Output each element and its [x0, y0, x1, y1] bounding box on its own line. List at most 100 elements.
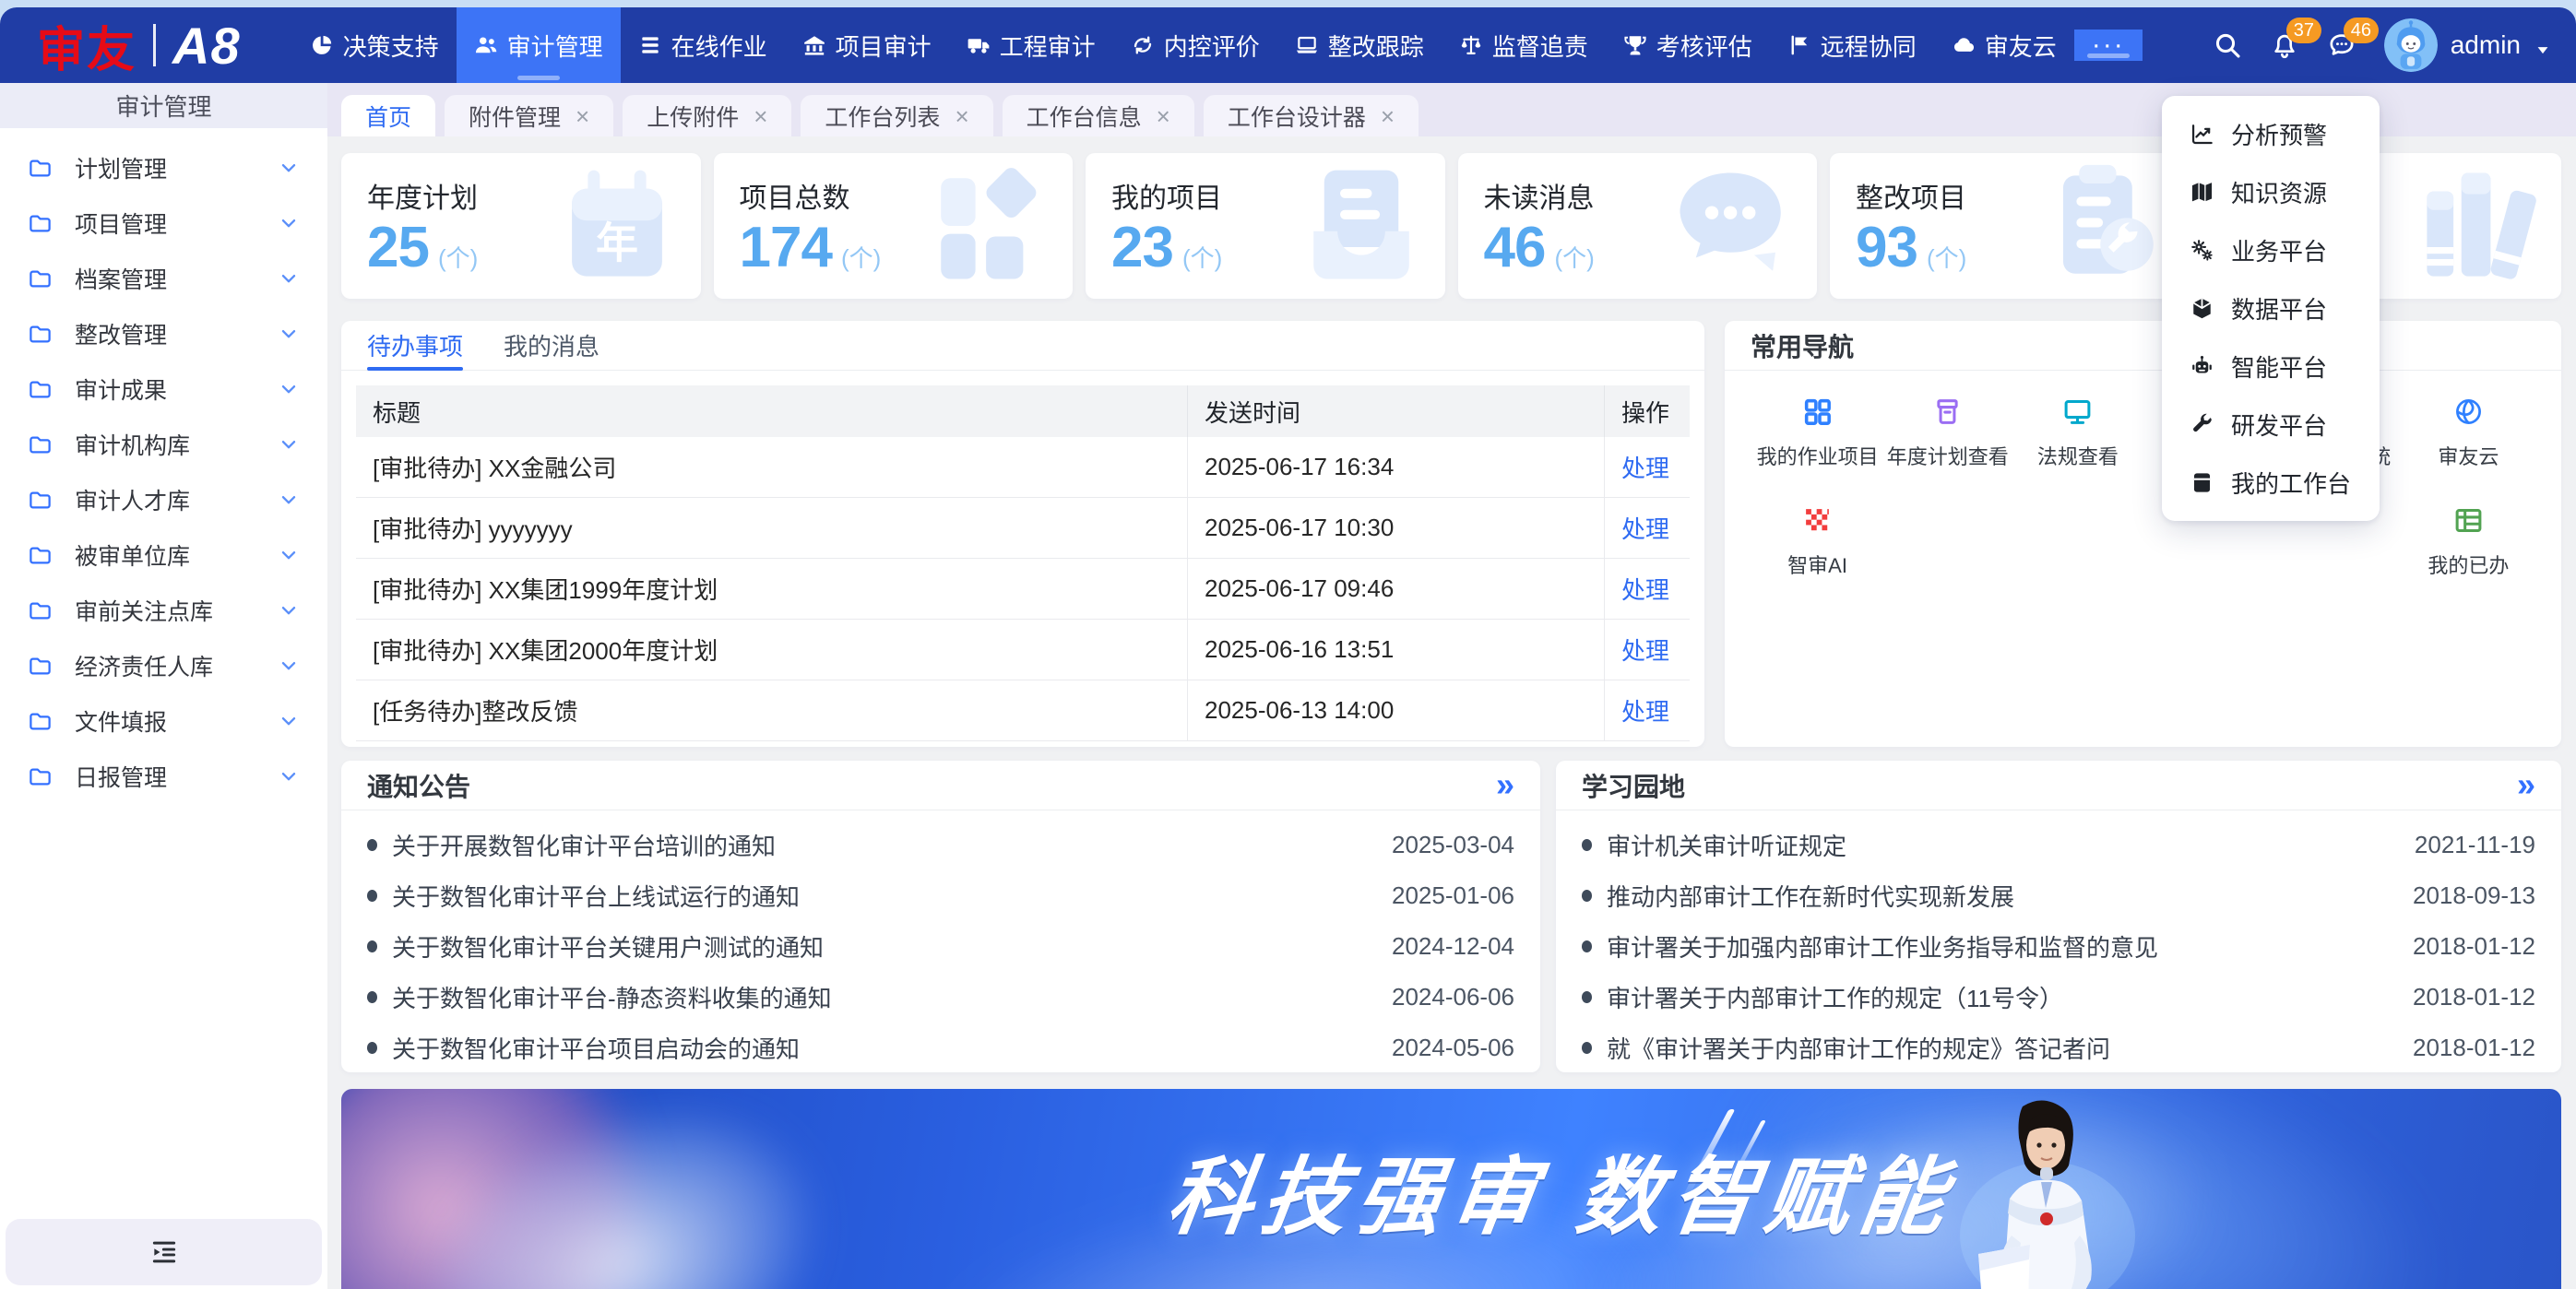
more-menu-button[interactable]: ··· [2074, 30, 2143, 61]
sidebar-item-7[interactable]: 被审单位库 [0, 527, 327, 583]
handle-link[interactable]: 处理 [1621, 450, 1669, 484]
list-item[interactable]: 审计署关于加强内部审计工作业务指导和监督的意见2018-01-12 [1582, 921, 2535, 972]
stat-card-3[interactable]: 未读消息46(个) [1458, 153, 1818, 299]
list-item[interactable]: 就《审计署关于内部审计工作的规定》答记者问2018-01-12 [1582, 1023, 2535, 1072]
folder-icon [28, 488, 53, 513]
nav-item-cloud[interactable]: 审友云 [1934, 7, 2074, 83]
sidebar-item-0[interactable]: 计划管理 [0, 140, 327, 195]
stat-card-0[interactable]: 年度计划25(个)年 [341, 153, 701, 299]
dropdown-item-robot[interactable]: 智能平台 [2162, 337, 2380, 396]
dropdown-item-chart-line[interactable]: 分析预警 [2162, 105, 2380, 163]
nav-item-trophy[interactable]: 考核评估 [1606, 7, 1770, 83]
quick-nav-item-0[interactable]: 我的作业项目 [1752, 396, 1882, 470]
sidebar-item-4[interactable]: 审计成果 [0, 361, 327, 417]
dropdown-item-gears[interactable]: 业务平台 [2162, 221, 2380, 279]
monitor-icon [2062, 396, 2093, 427]
dropdown-item-wrench[interactable]: 研发平台 [2162, 396, 2380, 454]
quick-nav-item-7[interactable]: 我的已办 [2404, 505, 2534, 579]
tab-3[interactable]: 工作台列表× [801, 95, 992, 136]
news-date: 2021-11-19 [2415, 831, 2535, 859]
tab-0[interactable]: 首页 [341, 95, 435, 136]
list-item[interactable]: 关于开展数智化审计平台培训的通知2025-03-04 [367, 820, 1514, 870]
quick-nav-item-2[interactable]: 法规查看 [2012, 396, 2143, 470]
dropdown-item-label: 业务平台 [2231, 233, 2327, 267]
nav-item-sync[interactable]: 内控评价 [1113, 7, 1277, 83]
list-item[interactable]: 关于数智化审计平台关键用户测试的通知2024-12-04 [367, 921, 1514, 972]
sidebar-item-1[interactable]: 项目管理 [0, 195, 327, 251]
laptop-icon [1295, 33, 1319, 57]
todo-panel-tabs: 待办事项我的消息 [367, 321, 599, 370]
tab-1[interactable]: 附件管理× [445, 95, 613, 136]
dropdown-item-cube[interactable]: 数据平台 [2162, 279, 2380, 337]
todo-title-cell: [审批待办] XX集团2000年度计划 [356, 620, 1188, 680]
close-icon[interactable]: × [1381, 104, 1395, 128]
quick-nav-item-5[interactable]: 审友云 [2404, 396, 2534, 470]
sidebar-item-2[interactable]: 档案管理 [0, 251, 327, 306]
list-item[interactable]: 推动内部审计工作在新时代实现新发展2018-09-13 [1582, 870, 2535, 921]
todo-col-header: 发送时间 [1188, 385, 1605, 437]
list-item[interactable]: 审计署关于内部审计工作的规定（11号令）2018-01-12 [1582, 972, 2535, 1023]
sidebar-item-6[interactable]: 审计人才库 [0, 472, 327, 527]
nav-item-list[interactable]: 在线作业 [621, 7, 785, 83]
notice-more-button[interactable]: » [1496, 772, 1514, 798]
search-icon[interactable] [2213, 30, 2242, 60]
user-menu[interactable]: admin [2384, 18, 2552, 72]
sidebar-collapse-button[interactable] [6, 1219, 322, 1285]
chevron-down-icon [278, 378, 300, 400]
stat-card-1[interactable]: 项目总数174(个) [714, 153, 1074, 299]
todo-tab-0[interactable]: 待办事项 [367, 321, 463, 370]
sidebar-menu: 计划管理项目管理档案管理整改管理审计成果审计机构库审计人才库被审单位库审前关注点… [0, 128, 327, 804]
sidebar-item-5[interactable]: 审计机构库 [0, 417, 327, 472]
todo-title-cell: [审批待办] yyyyyyy [356, 498, 1188, 558]
list-item[interactable]: 关于数智化审计平台上线试运行的通知2025-01-06 [367, 870, 1514, 921]
handle-link[interactable]: 处理 [1621, 693, 1669, 727]
list-item[interactable]: 关于数智化审计平台项目启动会的通知2024-05-06 [367, 1023, 1514, 1072]
tab-5[interactable]: 工作台设计器× [1204, 95, 1419, 136]
handle-link[interactable]: 处理 [1621, 572, 1669, 606]
chevron-down-icon [278, 765, 300, 787]
nav-item-bank[interactable]: 项目审计 [785, 7, 949, 83]
close-icon[interactable]: × [754, 104, 767, 128]
nav-item-scale[interactable]: 监督追责 [1442, 7, 1606, 83]
sidebar-item-label: 经济责任人库 [75, 649, 278, 682]
nav-item-flag[interactable]: 远程协同 [1770, 7, 1934, 83]
close-icon[interactable]: × [1157, 104, 1170, 128]
handle-link[interactable]: 处理 [1621, 633, 1669, 667]
tab-2[interactable]: 上传附件× [623, 95, 791, 136]
study-more-button[interactable]: » [2517, 772, 2535, 798]
todo-tab-1[interactable]: 我的消息 [504, 321, 599, 370]
sidebar-item-3[interactable]: 整改管理 [0, 306, 327, 361]
stat-card-4[interactable]: 整改项目93(个) [1830, 153, 2190, 299]
dropdown-item-journal[interactable]: 我的工作台 [2162, 454, 2380, 512]
sidebar-item-10[interactable]: 文件填报 [0, 693, 327, 749]
close-icon[interactable]: × [955, 104, 968, 128]
nav-item-users[interactable]: 审计管理 [457, 7, 621, 83]
tab-4[interactable]: 工作台信息× [1003, 95, 1194, 136]
nav-item-label: 工程审计 [1000, 29, 1096, 63]
cloud-icon [1952, 33, 1976, 57]
nav-item-laptop[interactable]: 整改跟踪 [1277, 7, 1442, 83]
handle-link[interactable]: 处理 [1621, 511, 1669, 545]
nav-item-truck[interactable]: 工程审计 [949, 7, 1113, 83]
notification-bell-icon[interactable]: 37 [2270, 30, 2299, 60]
list-item[interactable]: 审计机关审计听证规定2021-11-19 [1582, 820, 2535, 870]
messages-icon[interactable]: 46 [2327, 30, 2356, 60]
bullet-icon [1582, 839, 1592, 851]
sidebar-title: 审计管理 [0, 83, 327, 128]
nav-item-pie-chart[interactable]: 决策支持 [292, 7, 457, 83]
nav-item-label: 监督追责 [1492, 29, 1588, 63]
sidebar-item-9[interactable]: 经济责任人库 [0, 638, 327, 693]
dropdown-item-label: 知识资源 [2231, 175, 2327, 209]
clipboard-illustration-icon [2036, 162, 2175, 290]
quick-nav-item-6[interactable]: 智审AI [1752, 505, 1882, 579]
users-icon [474, 33, 498, 57]
list-item[interactable]: 关于数智化审计平台-静态资料收集的通知2024-06-06 [367, 972, 1514, 1023]
stat-card-2[interactable]: 我的项目23(个) [1086, 153, 1445, 299]
gears-icon [2190, 238, 2214, 263]
sidebar-item-11[interactable]: 日报管理 [0, 749, 327, 804]
stat-unit: (个) [1927, 240, 1966, 274]
dropdown-item-map[interactable]: 知识资源 [2162, 163, 2380, 221]
quick-nav-item-1[interactable]: 年度计划查看 [1882, 396, 2012, 470]
sidebar-item-8[interactable]: 审前关注点库 [0, 583, 327, 638]
close-icon[interactable]: × [576, 104, 589, 128]
